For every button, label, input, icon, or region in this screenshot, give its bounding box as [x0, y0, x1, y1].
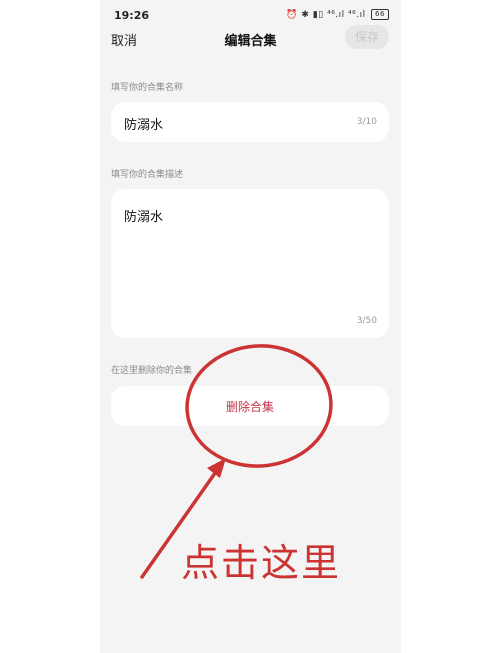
status-time: 19:26 — [114, 9, 150, 22]
annotation-text: 点击这里 — [181, 541, 342, 585]
name-input[interactable]: 防溺水 — [124, 114, 163, 133]
battery-icon: 66 — [371, 9, 389, 20]
name-input-card[interactable]: 防溺水 3/10 — [111, 102, 389, 142]
desc-input-card[interactable]: 防溺水 3/50 — [111, 189, 389, 338]
name-section-label: 填写你的合集名称 — [111, 83, 184, 93]
delete-collection-button[interactable]: 删除合集 — [111, 386, 389, 426]
delete-collection-label: 删除合集 — [225, 400, 274, 414]
desc-section-label: 填写你的合集描述 — [111, 170, 184, 180]
save-button[interactable]: 保存 — [345, 25, 389, 49]
signal-icons: ⏰ ✱ ▮▯ ⁴⁶.ıl ⁴⁶.ıl — [286, 10, 366, 20]
nav-bar: 取消 编辑合集 保存 — [100, 24, 401, 54]
desc-char-counter: 3/50 — [356, 316, 377, 326]
name-char-counter: 3/10 — [356, 117, 377, 127]
desc-input[interactable]: 防溺水 — [124, 206, 163, 225]
status-icons: ⏰ ✱ ▮▯ ⁴⁶.ıl ⁴⁶.ıl 66 — [286, 9, 389, 20]
delete-section-label: 在这里删除你的合集 — [111, 366, 193, 376]
